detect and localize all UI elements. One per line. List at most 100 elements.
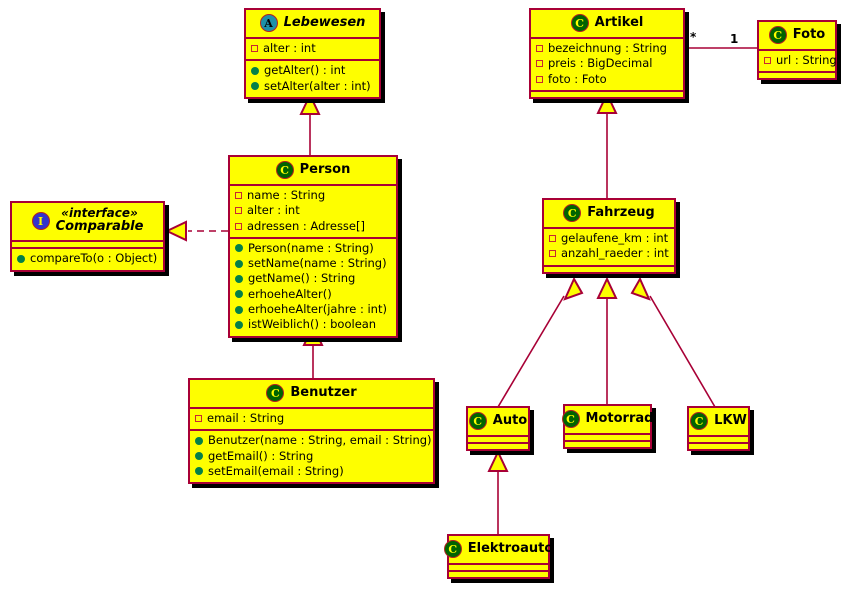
methods-auto-empty [468, 442, 528, 449]
method-row: setName(name : String) [235, 256, 391, 271]
methods-motorrad-empty [565, 440, 650, 447]
class-icon: C [443, 540, 462, 558]
class-title-lkw: LKW [714, 412, 747, 428]
attribute-row: bezeichnung : String [536, 41, 678, 56]
stereotype-label: «interface» [61, 206, 138, 220]
member-label: Benutzer(name : String, email : String) [208, 433, 432, 448]
class-node-person[interactable]: C Person name : String alter : int adres… [228, 155, 398, 338]
class-title-auto: Auto [492, 412, 528, 428]
member-label: bezeichnung : String [548, 41, 667, 55]
attribute-row: alter : int [251, 41, 374, 56]
member-label: anzahl_raeder : int [561, 246, 669, 261]
member-label: compareTo(o : Object) [30, 251, 158, 266]
interface-node-comparable[interactable]: I «interface» Comparable compareTo(o : O… [10, 201, 165, 272]
class-header-lkw: C LKW [689, 408, 748, 435]
member-label: getAlter() : int [264, 63, 346, 78]
class-node-motorrad[interactable]: C Motorrad [561, 404, 653, 449]
class-header-foto: C Foto [759, 22, 835, 49]
class-icon: C [690, 412, 709, 430]
class-node-lebewesen[interactable]: A Lebewesen alter : int getAlter() : int… [244, 8, 381, 99]
multiplicity-artikel-side: * [690, 30, 697, 44]
class-header-person: C Person [230, 157, 396, 184]
method-row: getName() : String [235, 271, 391, 286]
class-icon: C [275, 161, 294, 179]
attributes-auto-empty [468, 435, 528, 442]
public-visibility-icon [235, 275, 243, 284]
attributes-benutzer: email : String [190, 407, 433, 429]
method-row: erhoeheAlter(jahre : int) [235, 302, 391, 317]
class-title-foto: Foto [792, 26, 826, 42]
class-node-foto[interactable]: C Foto url : String [757, 20, 837, 81]
member-label: getEmail() : String [208, 448, 314, 463]
class-icon: C [563, 204, 582, 222]
method-row: erhoeheAlter() [235, 287, 391, 302]
member-label: istWeiblich() : boolean [248, 317, 377, 332]
attribute-row: url : String [764, 53, 837, 68]
relationship-edges-layer [164, 47, 757, 534]
class-node-elektroauto[interactable]: C Elektroauto [443, 534, 553, 579]
private-visibility-icon [764, 57, 771, 65]
class-title-person: Person [299, 161, 351, 177]
class-header-auto: C Auto [468, 408, 528, 435]
class-header-elektroauto: C Elektroauto [443, 536, 553, 563]
class-title-benutzer: Benutzer [290, 384, 357, 400]
class-node-benutzer[interactable]: C Benutzer email : String Benutzer(name … [188, 378, 435, 485]
private-visibility-icon [235, 207, 242, 215]
method-row: setAlter(alter : int) [251, 79, 374, 94]
edge-auto-extends-fahrzeug [497, 276, 584, 408]
methods-benutzer: Benutzer(name : String, email : String) … [190, 429, 433, 482]
class-title-fahrzeug: Fahrzeug [587, 204, 655, 220]
class-node-lkw[interactable]: C LKW [687, 406, 750, 451]
uml-class-diagram-canvas: A Lebewesen alter : int getAlter() : int… [0, 0, 844, 599]
public-visibility-icon [195, 436, 203, 445]
attribute-row: gelaufene_km : int [549, 231, 669, 246]
class-icon: C [570, 14, 589, 32]
attribute-row: alter : int [235, 203, 391, 218]
edge-person-implements-comparable [164, 220, 228, 242]
public-visibility-icon [235, 320, 243, 329]
public-visibility-icon [235, 259, 243, 268]
private-visibility-icon [536, 60, 543, 68]
methods-elektroauto-empty [449, 570, 548, 577]
member-label: erhoeheAlter() [248, 286, 332, 301]
member-label: preis : BigDecimal [548, 56, 653, 71]
class-header-motorrad: C Motorrad [561, 406, 653, 433]
class-title-elektroauto: Elektroauto [467, 540, 554, 556]
member-label: adressen : Adresse[] [247, 218, 365, 233]
private-visibility-icon [549, 235, 556, 243]
interface-title-comparable: Comparable [55, 219, 144, 235]
member-label: getName() : String [248, 271, 356, 286]
class-title-artikel: Artikel [594, 14, 644, 30]
method-row: compareTo(o : Object) [17, 251, 158, 266]
private-visibility-icon [536, 75, 543, 83]
method-row: getEmail() : String [195, 449, 428, 464]
methods-foto-empty [759, 71, 835, 78]
interface-icon: I [31, 212, 50, 231]
public-visibility-icon [17, 255, 25, 264]
attribute-row: foto : Foto [536, 72, 678, 87]
interface-header-comparable: I «interface» Comparable [12, 203, 163, 240]
methods-lkw-empty [689, 442, 748, 449]
edge-person-extends-lebewesen [299, 92, 321, 155]
class-node-auto[interactable]: C Auto [466, 406, 530, 451]
edge-motorrad-extends-fahrzeug [596, 276, 618, 404]
member-label: setEmail(email : String) [208, 463, 344, 478]
multiplicity-foto-side: 1 [730, 32, 739, 46]
member-label: email : String [207, 411, 285, 425]
attributes-person: name : String alter : int adressen : Adr… [230, 184, 396, 237]
class-title-lebewesen: Lebewesen [283, 14, 366, 30]
attribute-row: anzahl_raeder : int [549, 246, 669, 261]
public-visibility-icon [235, 244, 243, 253]
private-visibility-icon [251, 45, 258, 53]
methods-artikel-empty [531, 89, 683, 97]
private-visibility-icon [536, 45, 543, 53]
class-node-artikel[interactable]: C Artikel bezeichnung : String preis : B… [529, 8, 685, 99]
class-icon: C [468, 412, 487, 430]
private-visibility-icon [549, 250, 556, 258]
class-icon: C [266, 384, 285, 402]
member-label: foto : Foto [548, 71, 607, 86]
member-label: Person(name : String) [248, 240, 374, 255]
class-node-fahrzeug[interactable]: C Fahrzeug gelaufene_km : int anzahl_rae… [542, 198, 676, 274]
methods-lebewesen: getAlter() : int setAlter(alter : int) [246, 59, 379, 97]
attributes-foto: url : String [759, 49, 837, 71]
